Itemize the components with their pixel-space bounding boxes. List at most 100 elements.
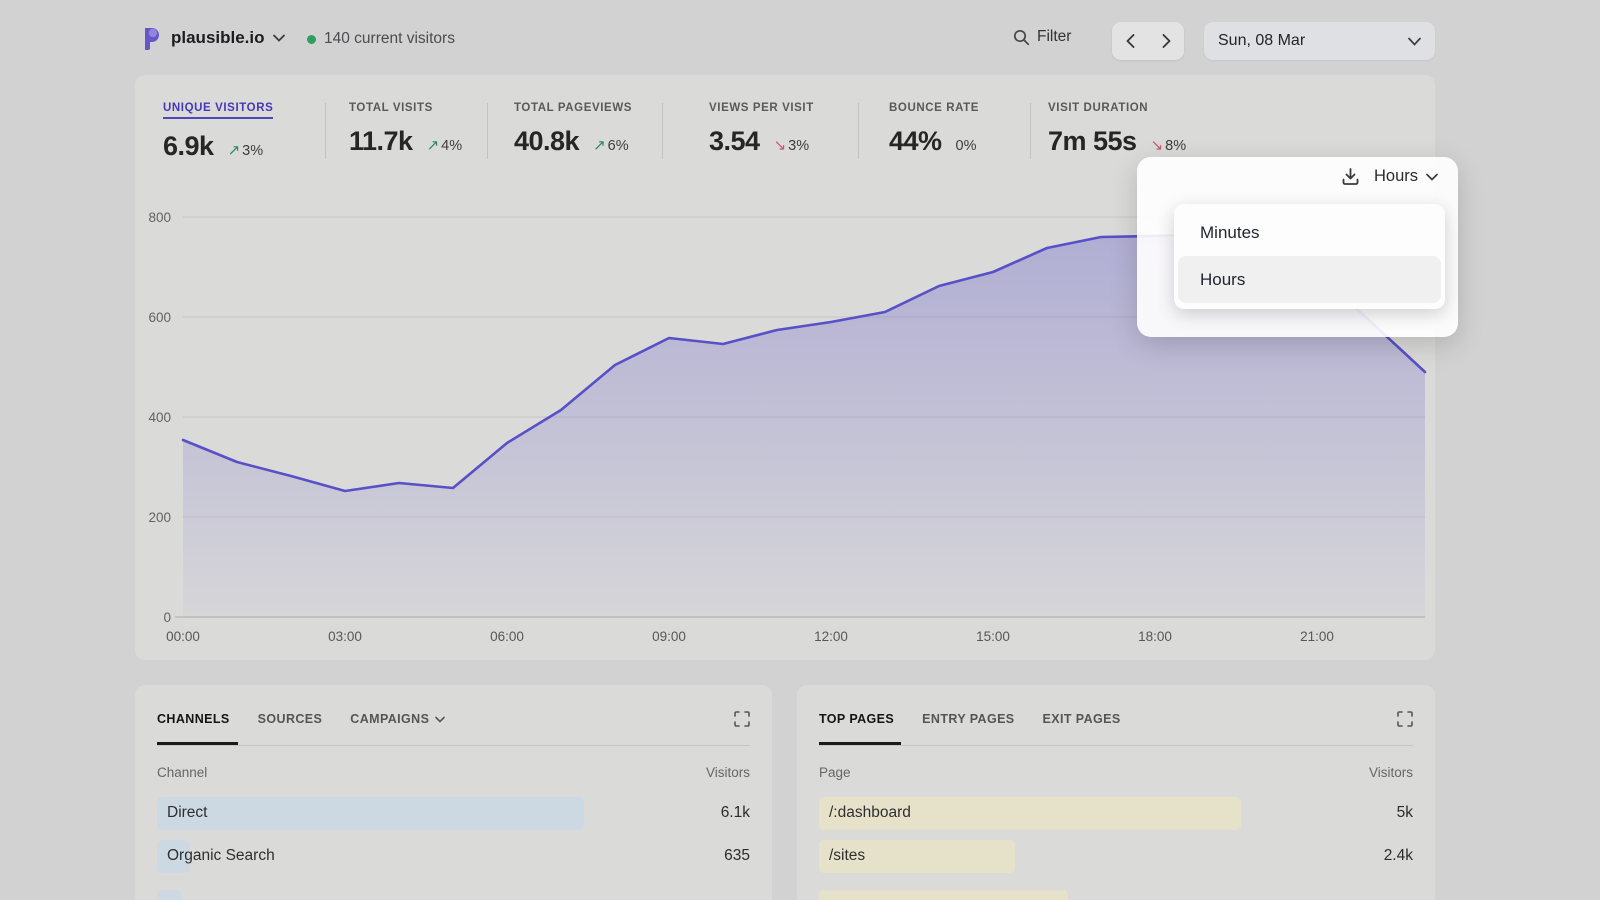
table-row[interactable]: Direct 6.1k (157, 797, 750, 830)
x-tick-label: 18:00 (1138, 629, 1172, 644)
filter-button[interactable]: Filter (1013, 28, 1071, 46)
stat-value: 40.8k (514, 126, 579, 157)
row-value: 6.1k (721, 804, 750, 822)
date-nav-group (1112, 22, 1184, 60)
expand-icon[interactable] (1397, 711, 1413, 727)
stat-change: ↘3% (774, 136, 810, 154)
stat-label[interactable]: BOUNCE RATE (889, 102, 979, 114)
y-tick-label: 600 (148, 310, 171, 325)
y-tick-label: 800 (148, 210, 171, 225)
stat-divider (662, 103, 663, 159)
menu-item-minutes[interactable]: Minutes (1178, 209, 1441, 256)
interval-dropdown-trigger[interactable]: Hours (1374, 167, 1438, 186)
stat-views-per-visit: VIEWS PER VISIT 3.54 ↘3% (709, 102, 814, 157)
stat-value: 11.7k (349, 126, 413, 157)
x-tick-label: 03:00 (328, 629, 362, 644)
tab-sources[interactable]: SOURCES (258, 712, 323, 726)
divider (157, 745, 750, 746)
plausible-logo-icon (141, 26, 163, 50)
stat-divider (325, 103, 326, 159)
stat-change: ↗3% (228, 141, 264, 159)
stat-value: 6.9k (163, 131, 214, 162)
stat-change: ↗6% (593, 136, 629, 154)
x-tick-label: 21:00 (1300, 629, 1334, 644)
site-name: plausible.io (171, 28, 265, 48)
table-row[interactable] (157, 890, 750, 900)
date-picker-button[interactable]: Sun, 08 Mar (1204, 22, 1435, 60)
stat-divider (1030, 103, 1031, 159)
chevron-down-icon (273, 34, 285, 42)
current-visitors[interactable]: 140 current visitors (307, 30, 455, 48)
tab-entry-pages[interactable]: ENTRY PAGES (922, 712, 1014, 726)
plausible-dashboard: plausible.io 140 current visitors Filter (0, 0, 1600, 900)
menu-item-hours[interactable]: Hours (1178, 256, 1441, 303)
stat-change: ↗4% (427, 136, 463, 154)
trend-arrow-icon: ↘ (774, 137, 787, 154)
filter-label: Filter (1037, 28, 1071, 46)
table-row[interactable] (819, 890, 1413, 900)
stat-label[interactable]: VIEWS PER VISIT (709, 102, 814, 114)
tab-exit-pages[interactable]: EXIT PAGES (1043, 712, 1121, 726)
stat-total-pageviews: TOTAL PAGEVIEWS 40.8k ↗6% (514, 102, 632, 157)
stat-label[interactable]: TOTAL VISITS (349, 102, 462, 114)
y-tick-label: 200 (148, 510, 171, 525)
row-name[interactable]: Direct (167, 804, 207, 822)
stat-change: ↘8% (1151, 136, 1187, 154)
stat-label[interactable]: UNIQUE VISITORS (163, 102, 273, 119)
divider (819, 745, 1413, 746)
channels-card: CHANNELS SOURCES CAMPAIGNS Channel Visit… (135, 685, 772, 900)
chevron-down-icon (435, 716, 445, 723)
search-icon (1013, 29, 1030, 46)
row-value: 5k (1397, 804, 1413, 822)
trend-arrow-icon: ↗ (427, 137, 440, 154)
expand-icon[interactable] (734, 711, 750, 727)
column-header-visitors: Visitors (706, 765, 750, 780)
x-tick-label: 15:00 (976, 629, 1010, 644)
chevron-down-icon (1408, 37, 1421, 46)
interval-dropdown-menu: Minutes Hours (1174, 204, 1445, 309)
stat-value: 3.54 (709, 126, 760, 157)
stat-visit-duration: VISIT DURATION 7m 55s ↘8% (1048, 102, 1186, 157)
y-tick-label: 0 (163, 610, 171, 625)
stat-divider (858, 103, 859, 159)
next-period-button[interactable] (1148, 22, 1184, 60)
date-picker-label: Sun, 08 Mar (1218, 32, 1408, 50)
row-name[interactable]: /:dashboard (829, 804, 911, 822)
stat-unique-visitors: UNIQUE VISITORS 6.9k ↗3% (163, 102, 273, 162)
stat-label[interactable]: TOTAL PAGEVIEWS (514, 102, 632, 114)
stat-total-visits: TOTAL VISITS 11.7k ↗4% (349, 102, 462, 157)
trend-arrow-icon: ↘ (1151, 137, 1164, 154)
column-header-page: Page (819, 765, 851, 780)
row-name[interactable]: /sites (829, 847, 865, 865)
row-value: 635 (724, 847, 750, 865)
x-tick-label: 00:00 (166, 629, 200, 644)
row-value: 2.4k (1384, 847, 1413, 865)
trend-arrow-icon: ↗ (228, 142, 241, 159)
table-row[interactable]: /:dashboard 5k (819, 797, 1413, 830)
stat-change: 0% (956, 138, 977, 154)
table-row[interactable]: Organic Search 635 (157, 840, 750, 873)
stat-label[interactable]: VISIT DURATION (1048, 102, 1186, 114)
trend-arrow-icon: ↗ (593, 137, 606, 154)
row-name[interactable]: Organic Search (167, 847, 275, 865)
pages-card: TOP PAGES ENTRY PAGES EXIT PAGES Page Vi… (797, 685, 1435, 900)
x-tick-label: 09:00 (652, 629, 686, 644)
stat-value: 44% (889, 126, 942, 157)
x-tick-label: 06:00 (490, 629, 524, 644)
y-tick-label: 400 (148, 410, 171, 425)
tab-top-pages[interactable]: TOP PAGES (819, 712, 894, 726)
column-header-channel: Channel (157, 765, 207, 780)
tab-campaigns[interactable]: CAMPAIGNS (350, 712, 445, 726)
row-bar (819, 890, 1068, 900)
prev-period-button[interactable] (1112, 22, 1148, 60)
table-row[interactable]: /sites 2.4k (819, 840, 1413, 873)
row-bar (157, 890, 181, 900)
stat-bounce-rate: BOUNCE RATE 44% 0% (889, 102, 979, 157)
live-dot-icon (307, 35, 316, 44)
site-switcher[interactable]: plausible.io (141, 26, 285, 50)
current-visitors-label: 140 current visitors (324, 30, 455, 48)
x-tick-label: 12:00 (814, 629, 848, 644)
download-icon[interactable] (1341, 167, 1360, 186)
tab-channels[interactable]: CHANNELS (157, 712, 230, 726)
stat-divider (487, 103, 488, 159)
